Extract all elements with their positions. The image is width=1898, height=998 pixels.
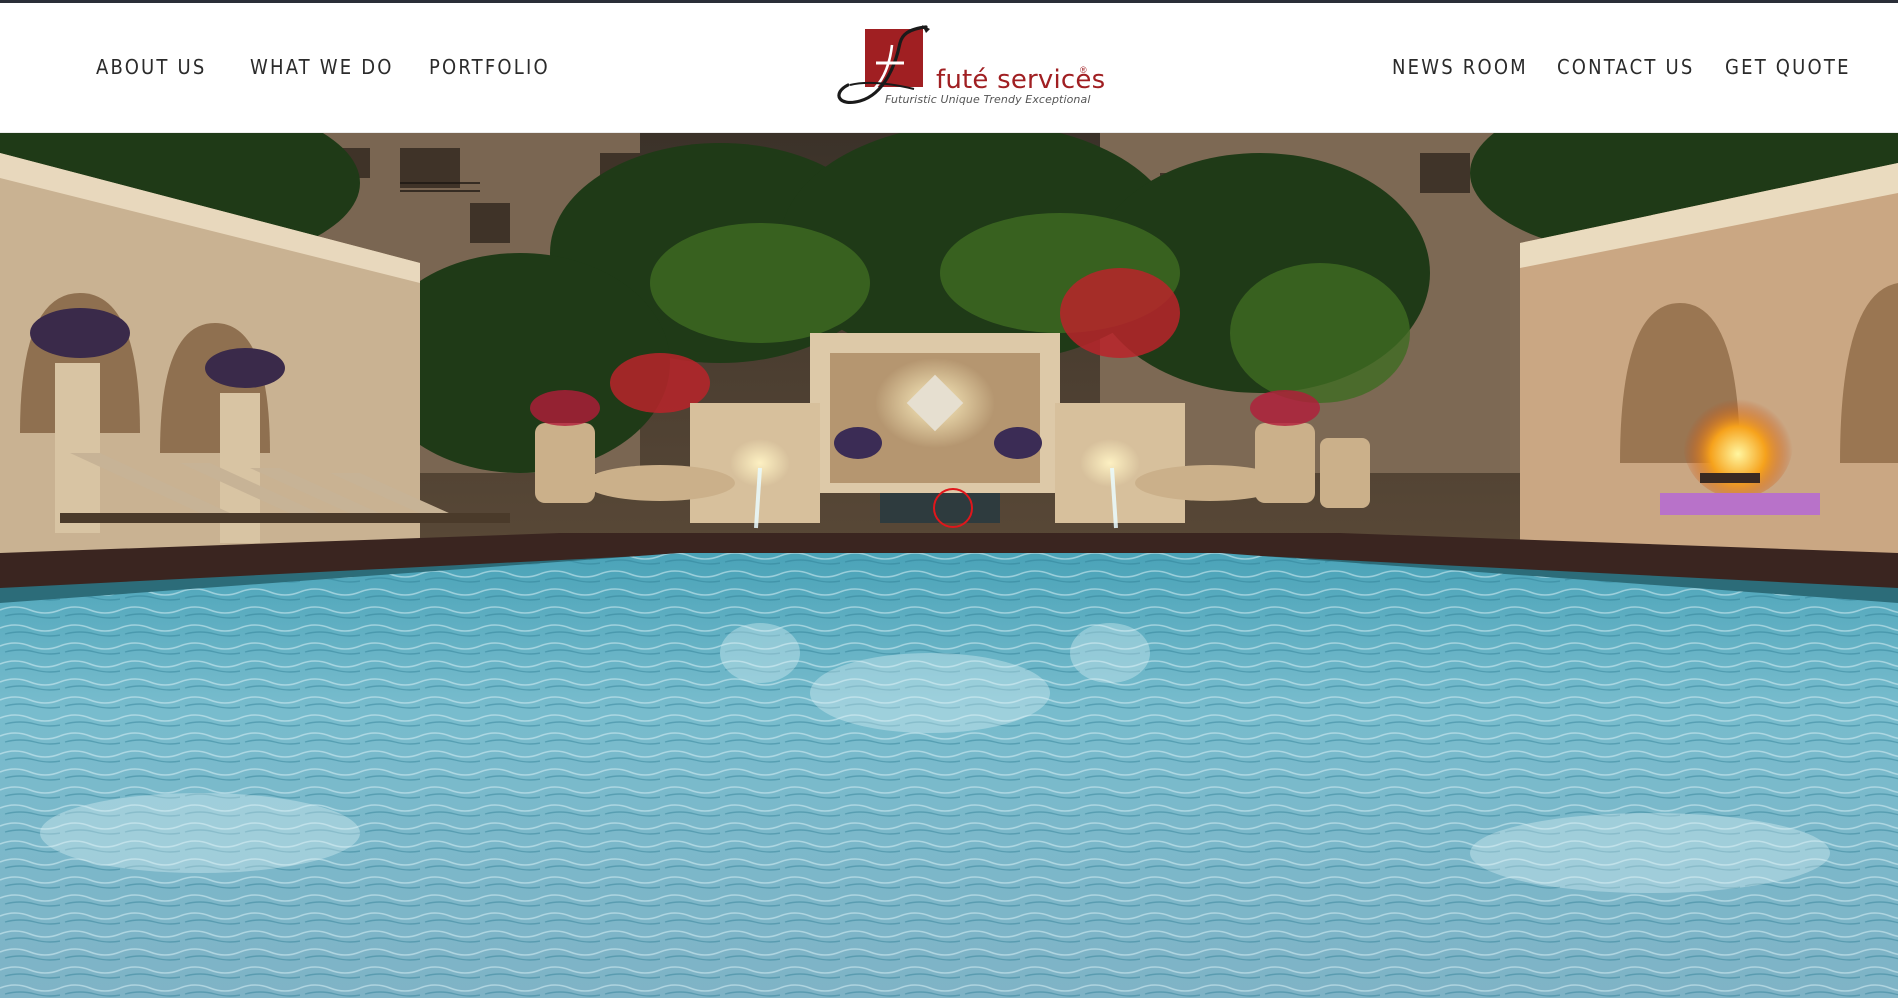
- cursor-ring-icon: [933, 488, 973, 528]
- hero-banner: [0, 133, 1898, 998]
- nav-news-room[interactable]: NEWS ROOM: [1392, 55, 1528, 85]
- nav-what-we-do[interactable]: WHAT WE DO: [250, 55, 394, 85]
- site-logo[interactable]: futé services ® Futuristic Unique Trendy…: [830, 23, 1105, 115]
- nav-get-quote[interactable]: GET QUOTE: [1725, 55, 1851, 85]
- site-header: ABOUT US WHAT WE DO PORTFOLIO futé servi…: [0, 3, 1898, 133]
- nav-about-us[interactable]: ABOUT US: [96, 55, 207, 85]
- logo-tagline: Futuristic Unique Trendy Exceptional: [885, 93, 1091, 106]
- nav-portfolio[interactable]: PORTFOLIO: [429, 55, 550, 85]
- hero-pool-image: [0, 133, 1898, 998]
- nav-contact-us[interactable]: CONTACT US: [1557, 55, 1694, 85]
- logo-registered-mark: ®: [1080, 65, 1087, 75]
